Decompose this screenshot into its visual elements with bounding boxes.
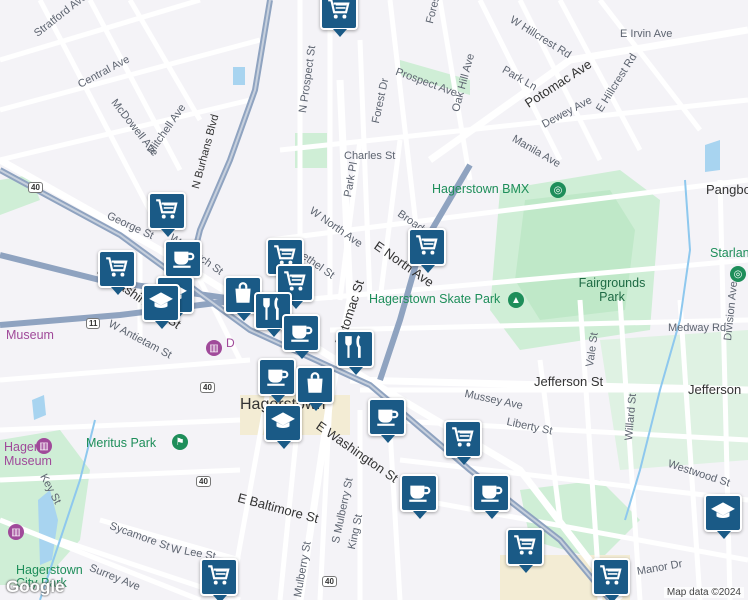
poi-label-skate-park[interactable]: Hagerstown Skate Park bbox=[369, 292, 500, 306]
bag-icon bbox=[230, 280, 256, 311]
map-pin-bag[interactable] bbox=[296, 366, 334, 411]
school-icon bbox=[148, 288, 174, 319]
bag-icon bbox=[302, 370, 328, 401]
map-pin-cart[interactable] bbox=[98, 250, 136, 295]
poi-label-meritus[interactable]: Meritus Park bbox=[86, 436, 156, 450]
map-pin-cart[interactable] bbox=[444, 420, 482, 465]
poi-label-museum[interactable]: Museum bbox=[6, 328, 54, 342]
cart-icon bbox=[598, 562, 624, 593]
restaurant-icon bbox=[342, 334, 368, 365]
street-label: E Irvin Ave bbox=[620, 28, 673, 40]
poi-label-bmx[interactable]: Hagerstown BMX bbox=[432, 182, 529, 196]
route-shield: 40 bbox=[322, 576, 337, 587]
coffee-icon bbox=[264, 362, 290, 393]
stadium-icon[interactable]: ⚑ bbox=[172, 434, 188, 450]
park-icon[interactable]: ◎ bbox=[730, 266, 746, 282]
map-pin-cart[interactable] bbox=[506, 528, 544, 573]
cart-icon bbox=[206, 562, 232, 593]
street-label: Charles St bbox=[344, 150, 396, 162]
coffee-icon bbox=[374, 402, 400, 433]
street-label: Jefferson St bbox=[534, 374, 604, 389]
place-label-pangborn[interactable]: Pangbo bbox=[706, 182, 748, 197]
map-pin-restaurant[interactable] bbox=[336, 330, 374, 375]
google-logo: Google bbox=[6, 577, 65, 596]
tree-icon[interactable]: ▲ bbox=[508, 292, 524, 308]
map-pin-cart[interactable] bbox=[592, 558, 630, 600]
map-pin-coffee[interactable] bbox=[400, 474, 438, 519]
map-pin-cart[interactable] bbox=[320, 0, 358, 37]
school-icon bbox=[270, 408, 296, 439]
cart-icon bbox=[326, 0, 352, 27]
map-pin-school[interactable] bbox=[704, 494, 742, 539]
cart-icon bbox=[414, 232, 440, 263]
museum-icon[interactable]: ▥ bbox=[206, 340, 222, 356]
map-pin-coffee[interactable] bbox=[164, 240, 202, 285]
route-shield: 11 bbox=[86, 318, 101, 329]
street-label: Medway Rd bbox=[668, 322, 727, 334]
map-pin-coffee[interactable] bbox=[258, 358, 296, 403]
place-label-starland[interactable]: Starlan bbox=[710, 246, 748, 260]
poi-label-fairgrounds[interactable]: Fairgrounds Park bbox=[574, 276, 650, 304]
cart-icon bbox=[512, 532, 538, 563]
museum-icon[interactable]: ▥ bbox=[36, 438, 52, 454]
map-pin-cart[interactable] bbox=[408, 228, 446, 273]
route-shield: 40 bbox=[196, 476, 211, 487]
cart-icon bbox=[154, 196, 180, 227]
cart-icon bbox=[450, 424, 476, 455]
map-pin-coffee[interactable] bbox=[472, 474, 510, 519]
route-shield: 40 bbox=[200, 382, 215, 393]
coffee-icon bbox=[170, 244, 196, 275]
park-icon[interactable]: ◎ bbox=[550, 182, 566, 198]
map-attribution[interactable]: Map data ©2024 bbox=[663, 587, 744, 598]
street-label-jefferson: Jefferson bbox=[688, 382, 742, 397]
map-pin-cart[interactable] bbox=[148, 192, 186, 237]
poi-label-d: D bbox=[226, 336, 235, 350]
map-pin-coffee[interactable] bbox=[368, 398, 406, 443]
museum-icon[interactable]: ▥ bbox=[8, 524, 24, 540]
map-view[interactable]: Stratford Ave Central Ave McDowell Ave M… bbox=[0, 0, 748, 600]
cart-icon bbox=[104, 254, 130, 285]
map-pin-school[interactable] bbox=[264, 404, 302, 449]
coffee-icon bbox=[406, 478, 432, 509]
map-pin-coffee[interactable] bbox=[282, 314, 320, 359]
map-pin-school[interactable] bbox=[142, 284, 180, 329]
school-icon bbox=[710, 498, 736, 529]
map-pin-cart[interactable] bbox=[200, 558, 238, 600]
route-shield: 40 bbox=[28, 182, 43, 193]
coffee-icon bbox=[478, 478, 504, 509]
coffee-icon bbox=[288, 318, 314, 349]
